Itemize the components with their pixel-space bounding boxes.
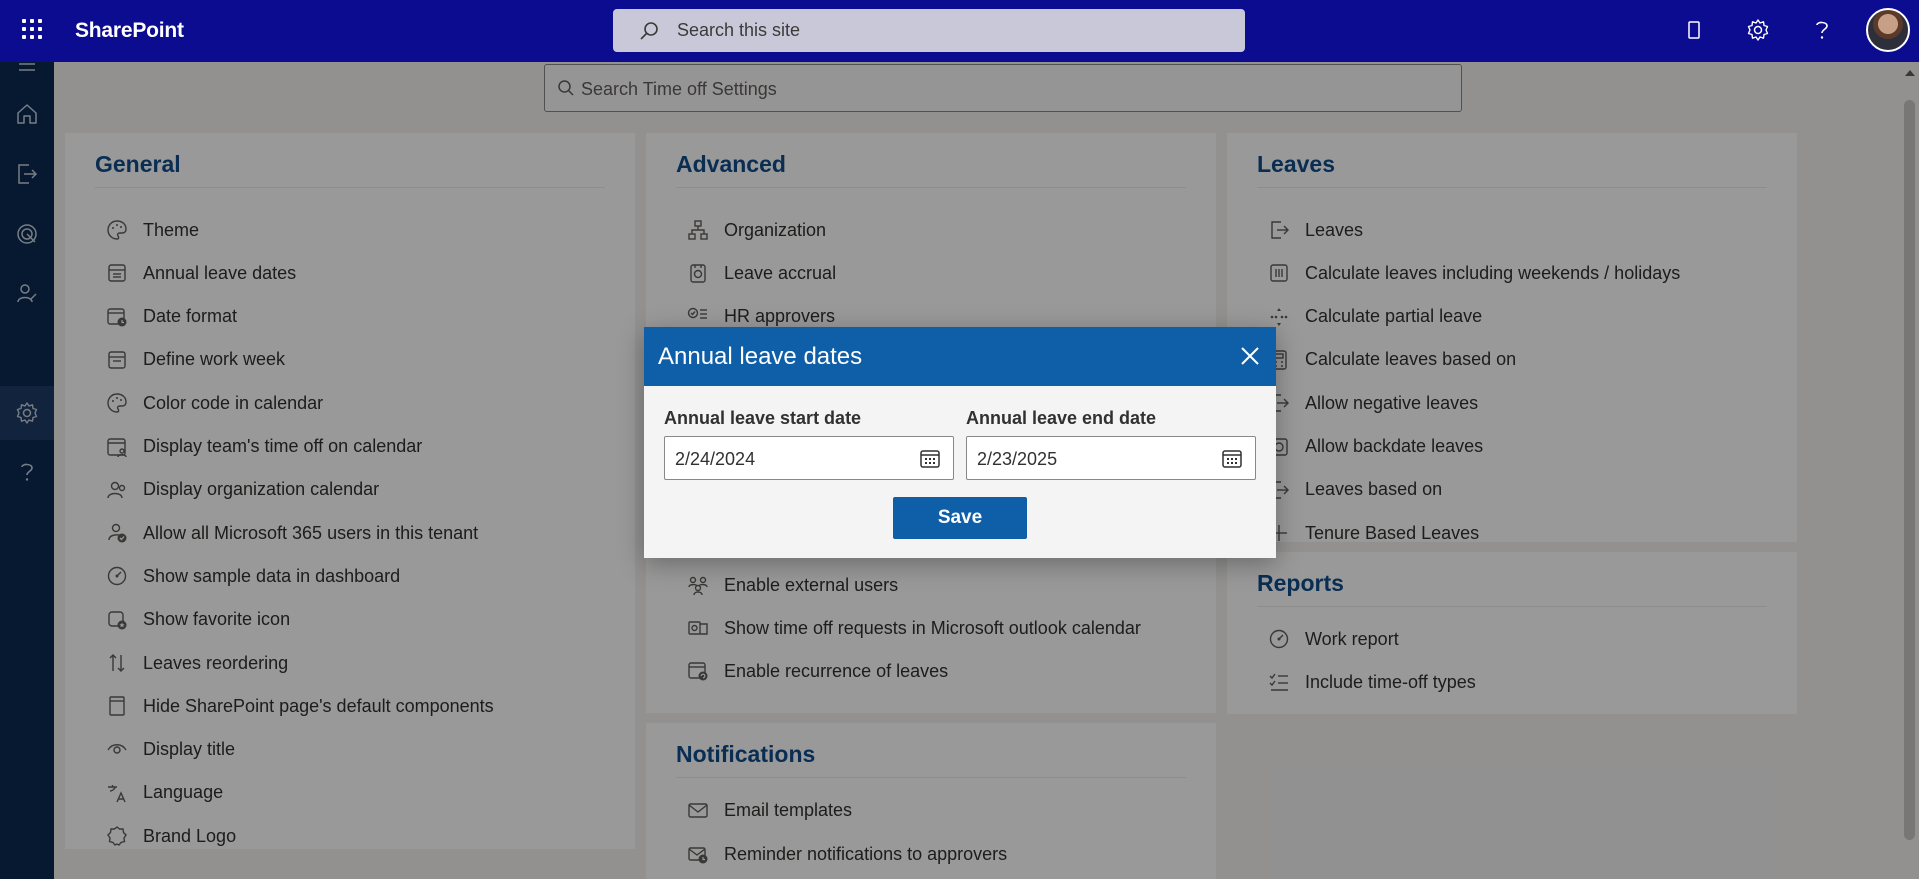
waffle-icon[interactable] (20, 17, 44, 41)
end-date-label: Annual leave end date (966, 408, 1157, 428)
avatar[interactable] (1866, 8, 1910, 52)
top-bar: SharePoint (0, 0, 1919, 62)
end-date-field[interactable] (966, 436, 1256, 480)
annual-leave-dates-dialog: Annual leave dates Annual leave start da… (644, 327, 1276, 558)
calendar-icon[interactable] (919, 448, 941, 470)
start-date-field[interactable] (664, 436, 954, 480)
start-date-label: Annual leave start date (664, 408, 862, 428)
site-search-box[interactable] (613, 9, 1245, 52)
device-icon[interactable] (1679, 15, 1709, 45)
start-date-input[interactable] (675, 447, 905, 471)
help-icon[interactable] (1807, 15, 1837, 45)
save-button[interactable]: Save (893, 497, 1027, 539)
search-icon (640, 22, 658, 40)
calendar-icon[interactable] (1221, 448, 1243, 470)
brand-title[interactable]: SharePoint (75, 19, 184, 43)
end-date-input[interactable] (977, 447, 1207, 471)
dialog-title: Annual leave dates (658, 343, 863, 370)
gear-icon[interactable] (1743, 15, 1773, 45)
dialog-header: Annual leave dates (644, 327, 1276, 386)
site-search-input[interactable] (677, 17, 1217, 43)
close-icon[interactable] (1236, 342, 1264, 370)
